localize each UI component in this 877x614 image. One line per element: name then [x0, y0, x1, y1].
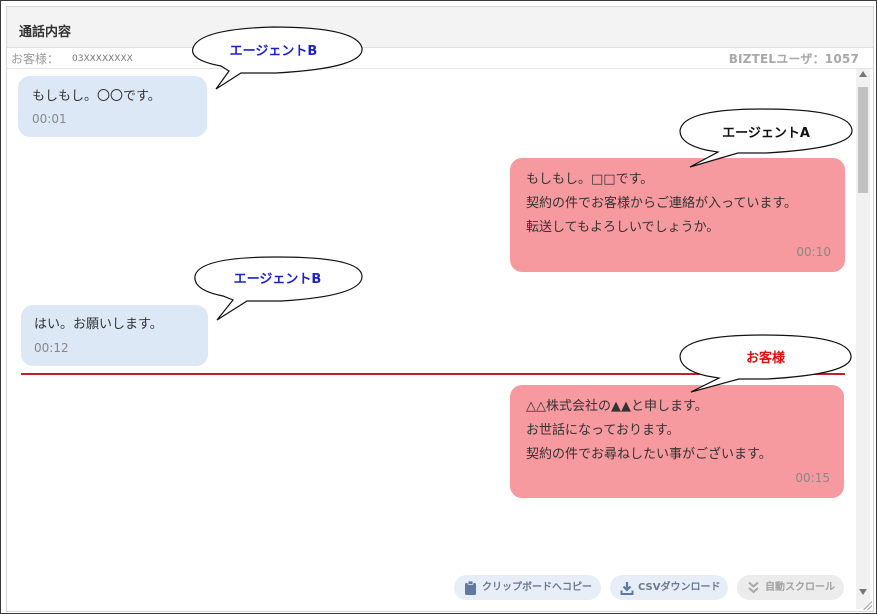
csv-download-button[interactable]: CSVダウンロード: [610, 575, 728, 600]
scroll-up-arrow-icon[interactable]: [859, 71, 867, 77]
message-text: △△株式会社の▲▲と申します。: [526, 399, 708, 414]
panel-title: 通話内容: [19, 25, 72, 40]
window-frame: 通話内容 お客様： 03XXXXXXXX BIZTELユーザ：1057 もしもし…: [0, 0, 877, 614]
user-label: BIZTELユーザ：1057: [728, 52, 859, 66]
auto-scroll-label: 自動スクロール: [765, 582, 835, 593]
scroll-down-arrow-icon[interactable]: [859, 589, 867, 595]
message-bubble-left: もしもし。〇〇です。 00:01: [18, 76, 207, 137]
message-time: 00:12: [34, 341, 69, 355]
speaker-callout-agent-b: エージェントB: [181, 24, 366, 99]
callout-label: エージェントA: [722, 126, 810, 141]
message-text: 契約の件でお尋ねしたい事がございます。: [526, 447, 772, 462]
resize-grip-icon[interactable]: [862, 600, 872, 610]
speech-bubble-icon: [191, 26, 363, 90]
copy-to-clipboard-button[interactable]: クリップボードへコピー: [454, 575, 601, 600]
message-bubble-right: △△株式会社の▲▲と申します。 お世話になっております。 契約の件でお尋ねしたい…: [510, 385, 844, 498]
callout-label: エージェントB: [229, 44, 318, 59]
message-text: 契約の件でお客様からご連絡が入っています。: [526, 196, 798, 211]
message-time: 00:15: [795, 471, 830, 485]
double-chevron-down-icon: [748, 581, 759, 594]
callout-label: エージェントB: [233, 272, 322, 287]
vertical-scrollbar[interactable]: [856, 69, 870, 609]
speaker-callout-agent-a: エージェントA: [676, 106, 856, 169]
call-info-bar: お客様： 03XXXXXXXX BIZTELユーザ：1057: [7, 48, 873, 69]
message-bubble-right: もしもし。□□です。 契約の件でお客様からご連絡が入っています。 転送してもよろ…: [510, 158, 845, 272]
scroll-thumb[interactable]: [858, 87, 868, 193]
message-time: 00:01: [32, 112, 67, 126]
speaker-callout-customer: お客様: [677, 332, 854, 394]
message-time: 00:10: [796, 245, 831, 259]
message-text: はい。お願いします。: [34, 317, 163, 332]
clipboard-icon: [465, 581, 476, 595]
auto-scroll-button[interactable]: 自動スクロール: [737, 575, 844, 600]
customer-label: お客様：: [11, 52, 60, 66]
message-text: もしもし。□□です。: [526, 172, 654, 187]
message-text: お世話になっております。: [526, 423, 680, 438]
speaker-callout-agent-b: エージェントB: [189, 254, 366, 326]
speech-bubble-icon: [194, 256, 363, 321]
message-text: 転送してもよろしいでしょうか。: [526, 220, 720, 235]
download-icon: [620, 582, 634, 595]
callout-label: お客様: [745, 351, 785, 366]
panel-header: 通話内容: [7, 7, 873, 48]
copy-button-label: クリップボードへコピー: [482, 582, 592, 593]
message-bubble-left: はい。お願いします。 00:12: [21, 305, 208, 366]
csv-button-label: CSVダウンロード: [638, 582, 721, 593]
message-text: もしもし。〇〇です。: [32, 89, 161, 104]
customer-number: 03XXXXXXXX: [72, 54, 133, 64]
